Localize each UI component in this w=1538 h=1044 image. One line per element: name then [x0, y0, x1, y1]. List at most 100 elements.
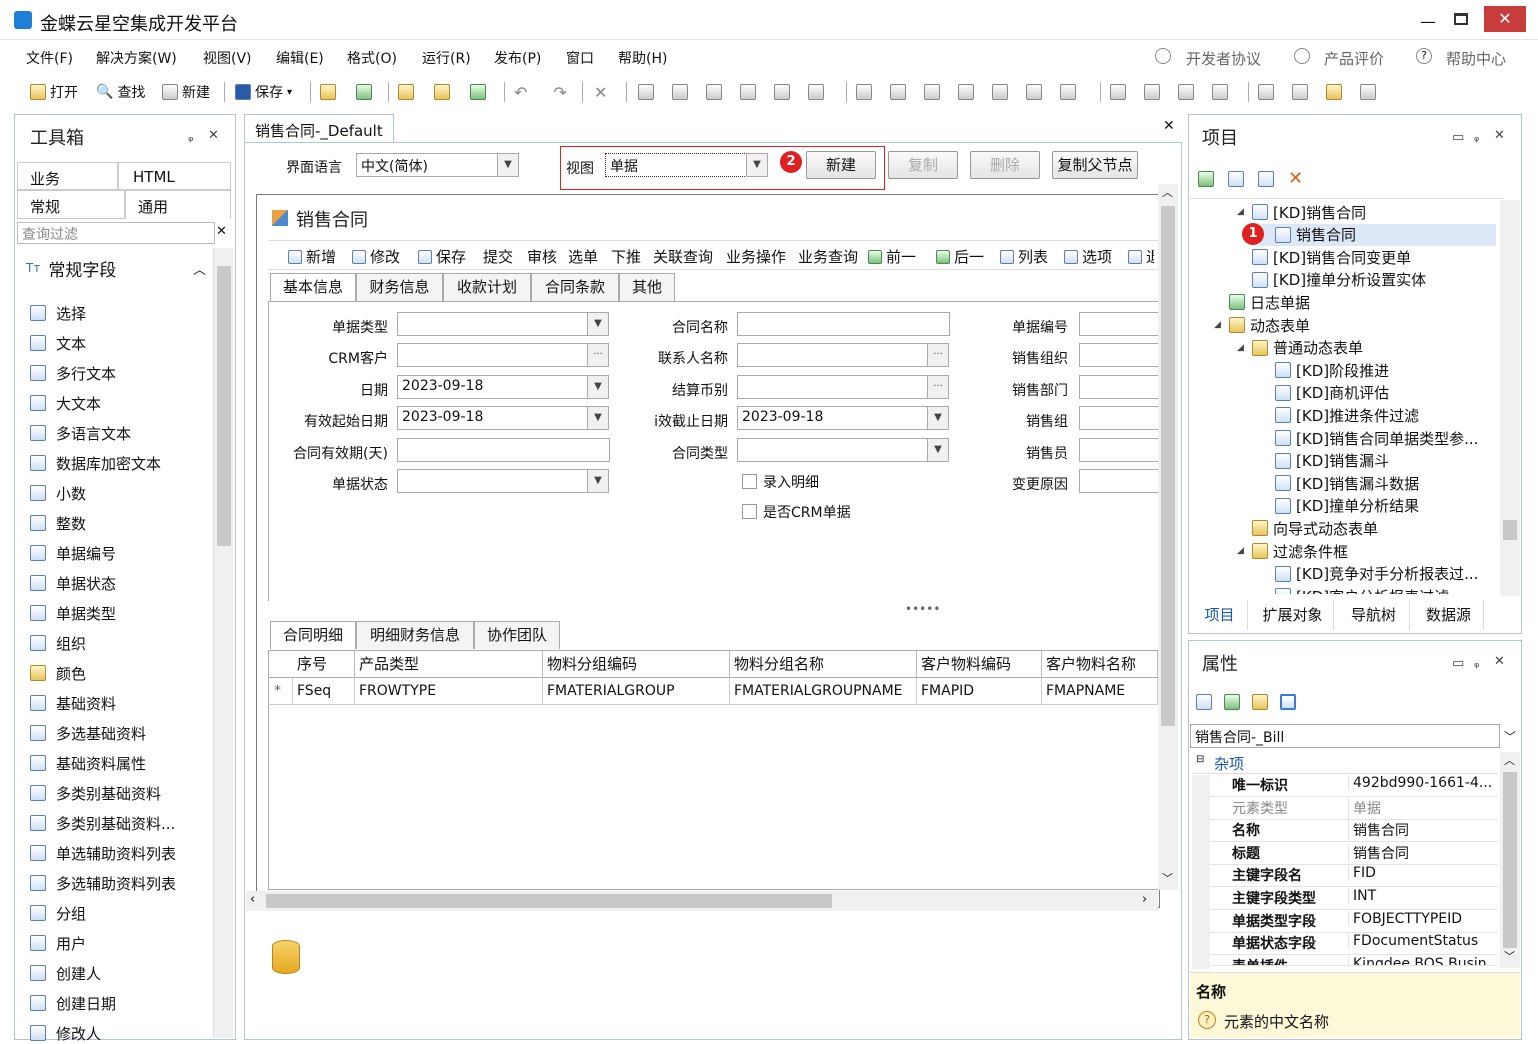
tree-node[interactable]: [KD]商机评估: [1260, 382, 1389, 404]
form-toolbar-button[interactable]: 业务查询: [798, 246, 858, 267]
paste-icon[interactable]: [1292, 84, 1308, 100]
field-input[interactable]: [737, 343, 928, 367]
new-button[interactable]: 新建: [162, 82, 210, 102]
property-row[interactable]: 标题 销售合同: [1210, 842, 1498, 865]
checkbox[interactable]: [742, 474, 757, 489]
grid-header[interactable]: 客户物料编码: [917, 651, 1042, 677]
delete-x-icon[interactable]: ✕: [1288, 168, 1303, 189]
copy-icon[interactable]: [1258, 170, 1274, 187]
lang-select[interactable]: 中文(简体): [356, 153, 498, 177]
form-toolbar-button[interactable]: 审核: [527, 246, 557, 267]
gift-icon[interactable]: [1360, 84, 1376, 100]
doc-tab[interactable]: 销售合同-_Default: [244, 114, 394, 143]
tree-node[interactable]: ◢ 动态表单: [1214, 314, 1310, 336]
build-icon[interactable]: [398, 84, 414, 100]
form-toolbar-button[interactable]: 选单: [568, 246, 598, 267]
project-bottom-tab[interactable]: 扩展对象: [1252, 600, 1334, 630]
filter-input[interactable]: 查询过滤: [17, 222, 215, 244]
form-toolbar-button[interactable]: 后一: [936, 246, 984, 267]
form-toolbar-button[interactable]: 保存: [418, 246, 466, 267]
toolbox-item[interactable]: 基础资料: [30, 690, 116, 716]
layout-icon[interactable]: [1110, 84, 1126, 100]
toolbox-item[interactable]: 多选辅助资料列表: [30, 870, 176, 896]
field-input[interactable]: [1079, 312, 1158, 336]
close-window-button[interactable]: ✕: [1484, 6, 1526, 32]
window-icon[interactable]: ▭: [1452, 130, 1464, 145]
expand-icon[interactable]: ◢: [1237, 207, 1247, 217]
toolbox-item[interactable]: 单据状态: [30, 570, 116, 596]
field-input[interactable]: [397, 312, 588, 336]
property-row[interactable]: 单据状态字段 FDocumentStatus: [1210, 933, 1498, 956]
toolbox-item[interactable]: 单选辅助资料列表: [30, 840, 176, 866]
minimize-icon[interactable]: —: [1420, 12, 1436, 31]
toolbox-section-header[interactable]: Tт 常规字段 ︿: [26, 256, 206, 281]
close-icon[interactable]: ✕: [208, 128, 219, 143]
layout3-icon[interactable]: [1212, 84, 1228, 100]
toolbox-item[interactable]: 文本: [30, 330, 86, 356]
close-icon[interactable]: ✕: [1494, 128, 1505, 143]
view-select[interactable]: 单据: [605, 153, 747, 177]
sort-az-icon[interactable]: [1224, 694, 1240, 710]
field-input[interactable]: [1079, 406, 1158, 430]
menu-format[interactable]: 格式(O): [347, 48, 397, 68]
view-copy-button[interactable]: 复制: [888, 151, 958, 179]
form-toolbar-button[interactable]: 业务操作: [726, 246, 786, 267]
tree-node[interactable]: ◢ [KD]销售合同: [1237, 201, 1366, 223]
field-input[interactable]: [1079, 469, 1158, 493]
vspacing-icon[interactable]: [992, 84, 1008, 100]
toolbox-item[interactable]: 颜色: [30, 660, 86, 686]
grid-cell[interactable]: FMATERIALGROUPNAME: [730, 678, 917, 704]
toolbox-item[interactable]: 数据库加密文本: [30, 450, 161, 476]
property-row[interactable]: 名称 销售合同: [1210, 820, 1498, 843]
menu-file[interactable]: 文件(F): [26, 48, 73, 68]
property-row[interactable]: 主键字段名 FID: [1210, 865, 1498, 888]
pin-icon[interactable]: ᵩ: [1474, 130, 1479, 145]
form-tab[interactable]: 合同条款: [531, 273, 619, 301]
props-category-row[interactable]: ⊟ 杂项: [1192, 752, 1498, 774]
tree-node[interactable]: [KD]销售合同单据类型参...: [1260, 427, 1478, 449]
grid-cell[interactable]: FMATERIALGROUP: [543, 678, 730, 704]
save-button[interactable]: 保存 ▾: [235, 82, 292, 102]
copy-icon[interactable]: [1258, 84, 1274, 100]
props-object-select[interactable]: 销售合同-_Bill: [1190, 724, 1500, 748]
property-row[interactable]: 唯一标识 492bd990-1661-4...: [1210, 775, 1498, 797]
toolbox-item[interactable]: 基础资料属性: [30, 750, 146, 776]
menu-help[interactable]: 帮助(H): [618, 48, 667, 68]
property-value[interactable]: FID: [1348, 865, 1498, 882]
dev-agreement-link[interactable]: 开发者协议: [1186, 48, 1261, 69]
categorized-icon[interactable]: [1196, 694, 1212, 710]
field-input[interactable]: [737, 375, 928, 399]
refresh-icon[interactable]: [1198, 170, 1214, 187]
grid-header[interactable]: 客户物料名称: [1042, 651, 1158, 677]
align-top-icon[interactable]: [856, 84, 872, 100]
grid-header[interactable]: 物料分组名称: [730, 651, 917, 677]
grid-header[interactable]: 产品类型: [355, 651, 543, 677]
chevron-down-icon[interactable]: ▼: [927, 438, 949, 462]
toolbox-item[interactable]: 修改人: [30, 1020, 101, 1044]
ellipsis-icon[interactable]: ···: [587, 343, 609, 367]
tree-node[interactable]: [KD]销售合同变更单: [1237, 246, 1411, 268]
property-value[interactable]: 单据: [1348, 797, 1498, 818]
detail-tab[interactable]: 合同明细: [270, 621, 356, 649]
form-toolbar-button[interactable]: 关联查询: [653, 246, 713, 267]
grid-icon[interactable]: [1178, 84, 1194, 100]
field-input[interactable]: [1079, 343, 1158, 367]
toolbox-item[interactable]: 创建人: [30, 960, 101, 986]
tree-node[interactable]: 日志单据: [1214, 291, 1310, 313]
form-toolbar-button[interactable]: 选项: [1064, 246, 1112, 267]
help-center-link[interactable]: 帮助中心: [1446, 48, 1506, 69]
property-row[interactable]: 表单插件 Kingdee.BOS.Busin...: [1210, 955, 1498, 966]
expand-icon[interactable]: ◢: [1214, 320, 1224, 330]
form-tab[interactable]: 财务信息: [356, 273, 443, 301]
find-button[interactable]: 🔍 查找: [96, 82, 145, 102]
menu-edit[interactable]: 编辑(E): [276, 48, 324, 68]
ellipsis-icon[interactable]: ···: [927, 375, 949, 399]
grid-header[interactable]: 序号: [293, 651, 355, 677]
window-stack-icon[interactable]: [1228, 170, 1244, 187]
form-toolbar-button[interactable]: 前一: [868, 246, 916, 267]
form-toolbar-button[interactable]: 新增: [288, 246, 336, 267]
toolbox-item[interactable]: 大文本: [30, 390, 101, 416]
align-middle-icon[interactable]: [924, 84, 940, 100]
tools-icon[interactable]: [434, 84, 450, 100]
toolbox-item[interactable]: 创建日期: [30, 990, 116, 1016]
